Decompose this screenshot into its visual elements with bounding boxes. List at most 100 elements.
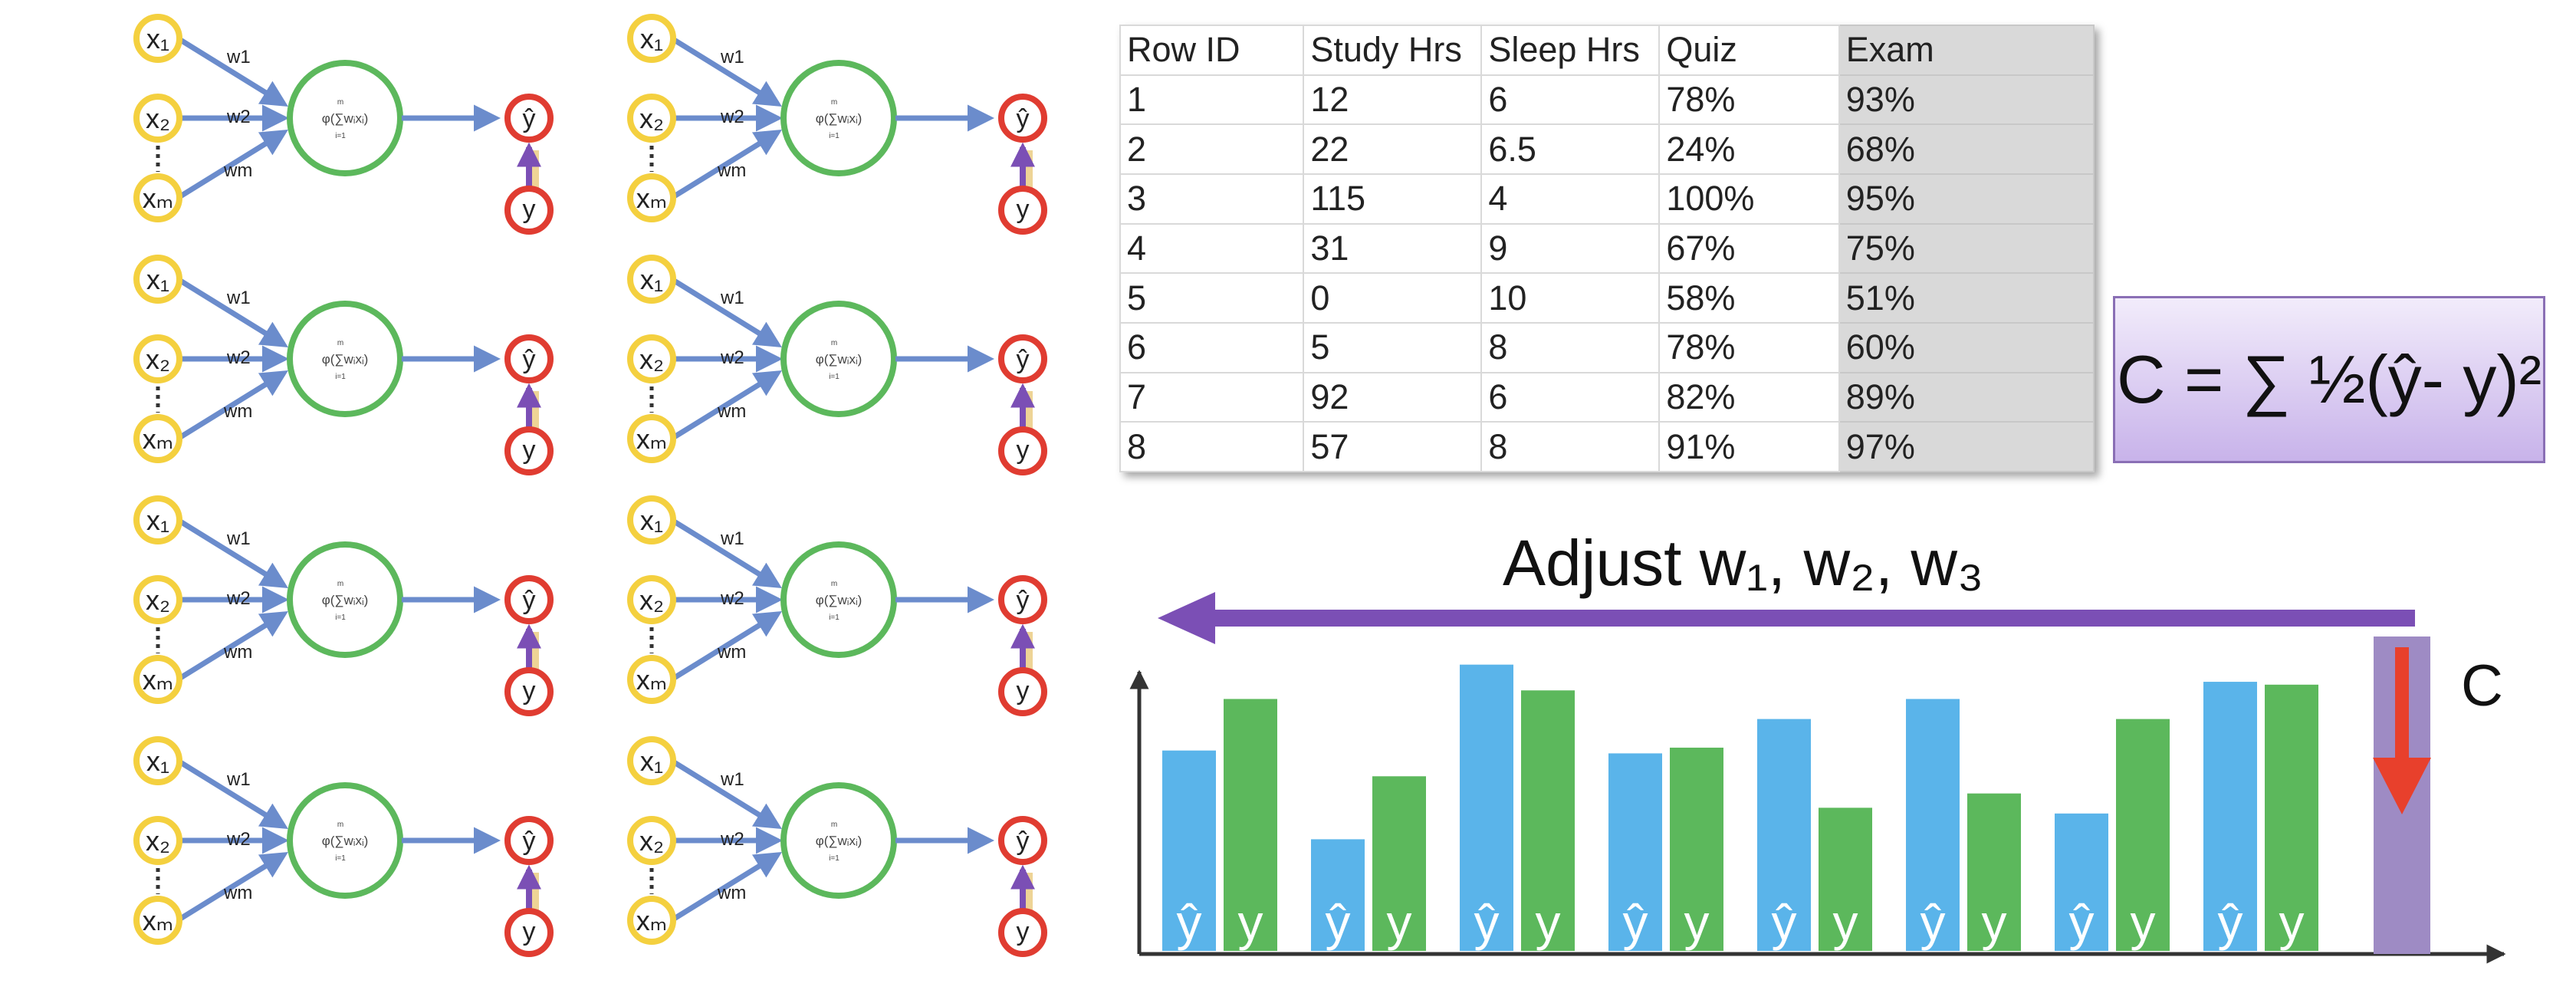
input-label: x₁ bbox=[146, 264, 169, 295]
weight-label: w2 bbox=[720, 107, 744, 127]
input-label: x₁ bbox=[146, 23, 169, 54]
sum-lower-limit: i=1 bbox=[335, 373, 346, 381]
table-cell: 3 bbox=[1119, 173, 1305, 225]
table-cell: 51% bbox=[1838, 272, 2095, 324]
table-cell: 5 bbox=[1119, 272, 1305, 324]
table-cell: 2 bbox=[1119, 123, 1305, 175]
output-label: ŷ bbox=[1017, 827, 1030, 856]
sum-upper-limit: m bbox=[337, 821, 343, 829]
training-data-table: Row ID Study Hrs Sleep Hrs Quiz Exam 1 12 6 78% 9… bbox=[1119, 25, 2095, 472]
target-label: y bbox=[523, 195, 536, 224]
sum-upper-limit: m bbox=[831, 339, 837, 347]
target-label: y bbox=[523, 676, 536, 706]
table-cell: 89% bbox=[1838, 371, 2095, 423]
bar-label: y bbox=[2131, 894, 2156, 951]
weight-label: w1 bbox=[226, 769, 251, 790]
table-cell: 58% bbox=[1658, 272, 1840, 324]
table-cell: 4 bbox=[1480, 173, 1661, 225]
table-row: 1 12 6 78% 93% bbox=[1119, 74, 2095, 126]
input-label: xₘ bbox=[143, 183, 173, 214]
input-label: x₁ bbox=[146, 505, 169, 536]
input-label: xₘ bbox=[143, 423, 173, 455]
table-cell: 8 bbox=[1480, 421, 1661, 472]
bar-label: y bbox=[1238, 894, 1263, 951]
input-label: xₘ bbox=[636, 183, 667, 214]
table-cell: 12 bbox=[1303, 74, 1483, 126]
weight-label: wm bbox=[717, 642, 746, 663]
bar-label: ŷ bbox=[1921, 894, 1946, 951]
table-row: 6 5 8 78% 60% bbox=[1119, 321, 2095, 373]
weight-label: w2 bbox=[226, 107, 251, 127]
table-row: 7 92 6 82% 89% bbox=[1119, 371, 2095, 423]
column-header: Quiz bbox=[1658, 25, 1840, 76]
column-header: Row ID bbox=[1119, 25, 1305, 76]
table-cell: 6 bbox=[1480, 371, 1661, 423]
weight-label: w2 bbox=[226, 347, 251, 368]
table-cell: 93% bbox=[1838, 74, 2095, 126]
cost-function-formula: C = ∑ ½(ŷ- y)² bbox=[2113, 296, 2545, 463]
table-cell: 115 bbox=[1303, 173, 1483, 225]
column-header: Sleep Hrs bbox=[1480, 25, 1661, 76]
table-cell: 5 bbox=[1303, 321, 1483, 373]
table-row: 2 22 6.5 24% 68% bbox=[1119, 123, 2095, 175]
backprop-arrowhead bbox=[1158, 592, 1215, 644]
weight-label: w1 bbox=[720, 769, 744, 790]
output-label: ŷ bbox=[523, 827, 536, 856]
bar-label: y bbox=[1982, 894, 2007, 951]
input-label: xₘ bbox=[636, 905, 667, 936]
table-cell: 78% bbox=[1658, 321, 1840, 373]
target-label: y bbox=[1017, 917, 1030, 946]
table-cell: 7 bbox=[1119, 371, 1305, 423]
weight-label: w1 bbox=[226, 528, 251, 549]
table-cell: 97% bbox=[1838, 421, 2095, 472]
sum-upper-limit: m bbox=[337, 580, 343, 588]
weight-label: w1 bbox=[720, 528, 744, 549]
table-cell: 78% bbox=[1658, 74, 1840, 126]
weight-label: wm bbox=[223, 642, 252, 663]
table-cell: 100% bbox=[1658, 173, 1840, 225]
output-label: ŷ bbox=[1017, 586, 1030, 615]
activation-formula: φ(∑wᵢxᵢ) bbox=[816, 111, 863, 126]
input-label: xₘ bbox=[636, 664, 667, 696]
bar-label: ŷ bbox=[1772, 894, 1797, 951]
output-label: ŷ bbox=[523, 345, 536, 374]
network-unit: x₁ x₂ xₘ w1 w2 wm φ(∑wᵢxᵢ) m i=1 ŷ y bbox=[627, 14, 1047, 235]
weight-label: w1 bbox=[720, 47, 744, 67]
sum-lower-limit: i=1 bbox=[829, 854, 840, 863]
table-cell: 6 bbox=[1480, 74, 1661, 126]
output-label: ŷ bbox=[1017, 345, 1030, 374]
network-unit: x₁ x₂ xₘ w1 w2 wm φ(∑wᵢxᵢ) m i=1 ŷ y bbox=[133, 736, 554, 957]
target-label: y bbox=[1017, 195, 1030, 224]
sum-lower-limit: i=1 bbox=[335, 132, 346, 140]
table-cell: 22 bbox=[1303, 123, 1483, 175]
activation-formula: φ(∑wᵢxᵢ) bbox=[816, 352, 863, 367]
bar-label: y bbox=[1536, 894, 1561, 951]
table-cell: 91% bbox=[1658, 421, 1840, 472]
bar-label: ŷ bbox=[1177, 894, 1202, 951]
bar-label: ŷ bbox=[1326, 894, 1351, 951]
weight-label: w2 bbox=[720, 588, 744, 609]
input-label: xₘ bbox=[143, 905, 173, 936]
input-label: x₂ bbox=[146, 825, 170, 857]
output-label: ŷ bbox=[523, 586, 536, 615]
network-unit: x₁ x₂ xₘ w1 w2 wm φ(∑wᵢxᵢ) m i=1 ŷ y bbox=[133, 14, 554, 235]
input-label: x₁ bbox=[640, 23, 663, 54]
bar-label: y bbox=[2279, 894, 2305, 951]
input-label: x₂ bbox=[639, 103, 664, 134]
prediction-bar-chart: ŷyŷyŷyŷyŷyŷyŷyŷy C bbox=[1129, 592, 2506, 964]
table-cell: 67% bbox=[1658, 222, 1840, 275]
activation-formula: φ(∑wᵢxᵢ) bbox=[322, 352, 369, 367]
network-diagrams: x₁ x₂ xₘ w1 w2 wm φ(∑wᵢxᵢ) m i=1 ŷ y x₁ x₂ xₘ w1 w2 wm φ(… bbox=[133, 14, 1047, 957]
table-row: 5 0 10 58% 51% bbox=[1119, 272, 2095, 324]
table-cell: 1 bbox=[1119, 74, 1305, 126]
table-cell: 24% bbox=[1658, 123, 1840, 175]
target-label: y bbox=[1017, 676, 1030, 706]
column-header: Exam bbox=[1838, 25, 2095, 76]
weight-label: wm bbox=[717, 883, 746, 903]
sum-lower-limit: i=1 bbox=[829, 132, 840, 140]
activation-formula: φ(∑wᵢxᵢ) bbox=[816, 593, 863, 607]
table-cell: 6 bbox=[1119, 321, 1305, 373]
sum-upper-limit: m bbox=[831, 580, 837, 588]
input-label: x₁ bbox=[640, 505, 663, 536]
weight-label: w1 bbox=[226, 288, 251, 308]
